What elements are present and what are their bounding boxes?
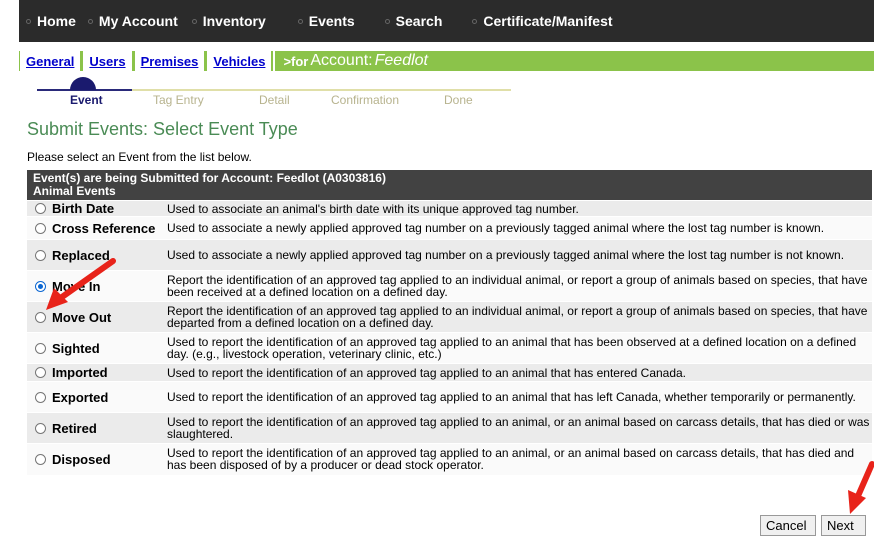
event-radio-button[interactable] [35,280,46,292]
event-radio-button[interactable] [35,203,46,214]
tab-premises[interactable]: Premises [133,51,207,71]
step-detail: Detail [259,93,290,107]
event-radio-button[interactable] [35,367,46,378]
nav-home[interactable]: Home [26,0,76,42]
event-row[interactable]: Sighted Used to report the identification… [27,332,872,364]
nav-label: Certificate/Manifest [483,13,613,29]
event-radio-button[interactable] [35,391,46,403]
event-name-label[interactable]: Replaced [52,248,110,263]
event-radio-button[interactable] [35,311,46,323]
event-row[interactable]: Cross Reference Used to associate a newly… [27,216,872,240]
nav-my-account[interactable]: My Account [87,0,178,42]
nav-bullet-icon [384,18,390,24]
event-name-cell: Replaced [27,239,163,271]
tab-general[interactable]: General [19,51,83,71]
event-radio-button[interactable] [35,422,46,434]
event-name-cell: Sighted [27,332,163,364]
event-name-cell: Disposed [27,443,163,475]
account-context-label: >for Account: Feedlot [273,51,428,71]
event-row[interactable]: Retired Used to report the identification… [27,412,872,444]
event-row[interactable]: Move In Report the identification of an a… [27,270,872,302]
nav-bullet-icon [26,18,31,24]
next-button[interactable]: Next [821,515,866,536]
step-tag-entry: Tag Entry [153,93,204,107]
event-description: Report the identification of an approved… [163,301,872,333]
wizard-steps: Event Tag Entry Detail Confirmation Done [37,76,512,107]
nav-bullet-icon [191,18,197,24]
event-name-cell: Exported [27,381,163,413]
step-confirmation: Confirmation [331,93,400,107]
top-navigation-bar: Home My Account Inventory Events Search … [19,0,874,42]
event-name-label[interactable]: Birth Date [52,201,114,216]
cancel-button[interactable]: Cancel [760,515,816,536]
event-name-cell: Retired [27,412,163,444]
nav-events[interactable]: Events [297,0,355,42]
account-subnav: General Users Premises Vehicles >for Acc… [19,51,874,71]
account-name: Feedlot [374,52,428,69]
nav-certificate-manifest[interactable]: Certificate/Manifest [472,0,613,42]
event-name-label[interactable]: Move In [52,279,100,294]
tab-vehicles[interactable]: Vehicles [206,51,274,71]
nav-bullet-icon [297,18,303,24]
nav-bullet-icon [472,18,478,24]
nav-label: Events [308,13,355,29]
event-description: Used to report the identification of an … [163,332,872,364]
event-name-cell: Birth Date [27,200,163,217]
event-name-label[interactable]: Imported [52,365,108,380]
table-header-account: Event(s) are being Submitted for Account… [33,171,386,185]
event-row[interactable]: Disposed Used to report the identificatio… [27,443,872,475]
event-type-table: Event(s) are being Submitted for Account… [27,170,872,475]
event-name-label[interactable]: Exported [52,390,108,405]
event-description: Used to associate an animal's birth date… [163,200,872,217]
step-done: Done [444,93,473,107]
event-name-label[interactable]: Retired [52,421,97,436]
event-name-label[interactable]: Move Out [52,310,111,325]
nav-bullet-icon [87,18,93,24]
nav-label: My Account [98,13,178,29]
event-row[interactable]: Imported Used to report the identificatio… [27,363,872,382]
event-row[interactable]: Exported Used to report the identificatio… [27,381,872,413]
event-radio-button[interactable] [35,249,46,261]
table-header-section: Animal Events [33,184,116,198]
event-row[interactable]: Move Out Report the identification of an … [27,301,872,333]
instruction-text: Please select an Event from the list bel… [27,150,252,164]
event-name-label[interactable]: Cross Reference [52,221,155,236]
account-label: Account: [310,52,373,69]
event-name-cell: Cross Reference [27,216,163,240]
event-radio-button[interactable] [35,342,46,354]
event-name-label[interactable]: Disposed [52,452,111,467]
event-description: Used to report the identification of an … [163,443,872,475]
event-row[interactable]: Replaced Used to associate a newly applie… [27,239,872,271]
event-description: Report the identification of an approved… [163,270,872,302]
event-row[interactable]: Birth Date Used to associate an animal's … [27,200,872,217]
event-radio-button[interactable] [35,222,46,234]
event-radio-button[interactable] [35,453,46,465]
event-name-cell: Move Out [27,301,163,333]
for-prefix: >for [283,53,309,69]
event-description: Used to associate a newly applied approv… [163,239,872,271]
tab-users[interactable]: Users [82,51,134,71]
step-event: Event [70,93,103,107]
page-title: Submit Events: Select Event Type [27,119,298,139]
nav-label: Inventory [202,13,266,29]
event-name-label[interactable]: Sighted [52,341,100,356]
nav-inventory[interactable]: Inventory [191,0,266,42]
event-description: Used to report the identification of an … [163,412,872,444]
nav-label: Search [395,13,443,29]
event-name-cell: Move In [27,270,163,302]
event-description: Used to report the identification of an … [163,381,872,413]
event-description: Used to associate a newly applied approv… [163,216,872,240]
nav-label: Home [37,13,76,29]
event-name-cell: Imported [27,363,163,382]
nav-search[interactable]: Search [384,0,443,42]
event-description: Used to report the identification of an … [163,363,872,382]
table-header: Event(s) are being Submitted for Account… [27,170,872,201]
